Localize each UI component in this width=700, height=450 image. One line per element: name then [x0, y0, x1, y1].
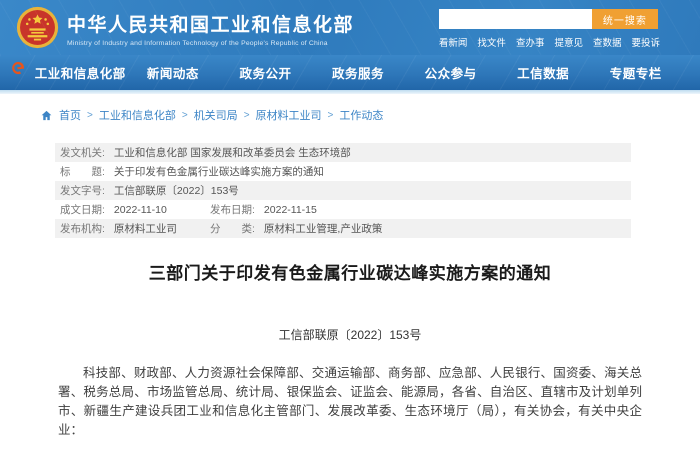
nav-item-gov-services[interactable]: 政务服务 [312, 63, 405, 82]
meta-value: 原材料工业司 [114, 221, 177, 236]
nav-item-miit[interactable]: 工业和信息化部 [34, 63, 127, 82]
meta-label: 发布机构: [60, 221, 105, 236]
quick-link-files[interactable]: 找文件 [477, 35, 506, 49]
site-title-block: 中华人民共和国工业和信息化部 Ministry of Industry and … [67, 14, 354, 47]
meta-label: 成文日期: [60, 202, 105, 217]
quick-link-complaint[interactable]: 要投诉 [631, 35, 660, 49]
site-header: 中华人民共和国工业和信息化部 Ministry of Industry and … [0, 0, 700, 55]
nav-item-gov-disclosure[interactable]: 政务公开 [219, 63, 312, 82]
breadcrumb-home[interactable]: 首页 [59, 107, 81, 123]
meta-value: 工业和信息化部 国家发展和改革委员会 生态环境部 [114, 145, 351, 160]
quick-links: 看新闻 找文件 查办事 提意见 查数据 要投诉 [439, 35, 660, 49]
breadcrumb: 首页 > 工业和信息化部 > 机关司局 > 原材料工业司 > 工作动态 [40, 107, 700, 123]
home-icon[interactable] [40, 109, 53, 122]
article-doc-number: 工信部联原〔2022〕153号 [58, 326, 642, 343]
unified-search-button[interactable]: 统一搜索 [592, 9, 658, 29]
meta-row-issuing-agency: 发文机关: 工业和信息化部 国家发展和改革委员会 生态环境部 [55, 143, 631, 162]
breadcrumb-separator: > [182, 110, 188, 121]
meta-value: 关于印发有色金属行业碳达峰实施方案的通知 [114, 164, 324, 179]
search-bar: 统一搜索 [439, 9, 658, 29]
breadcrumb-separator: > [244, 110, 250, 121]
meta-cell-category: 分 类: 原材料工业管理,产业政策 [210, 221, 382, 236]
quick-link-services[interactable]: 查办事 [516, 35, 545, 49]
meta-label: 分 类: [210, 221, 255, 236]
article-body: 三部门关于印发有色金属行业碳达峰实施方案的通知 工信部联原〔2022〕153号 … [58, 259, 642, 450]
breadcrumb-raw-materials-dept[interactable]: 原材料工业司 [256, 107, 322, 123]
article-title: 三部门关于印发有色金属行业碳达峰实施方案的通知 [58, 259, 642, 284]
main-nav: 工业和信息化部 新闻动态 政务公开 政务服务 公众参与 工信数据 专题专栏 [0, 55, 700, 90]
breadcrumb-miit[interactable]: 工业和信息化部 [99, 107, 176, 123]
site-title: 中华人民共和国工业和信息化部 [67, 14, 354, 38]
meta-value: 原材料工业管理,产业政策 [264, 221, 382, 236]
meta-value: 2022-11-10 [114, 204, 167, 216]
site-subtitle: Ministry of Industry and Information Tec… [67, 40, 354, 47]
site-brand[interactable]: 中华人民共和国工业和信息化部 Ministry of Industry and … [16, 6, 354, 54]
nav-item-special-topics[interactable]: 专题专栏 [589, 63, 682, 82]
document-meta-table: 发文机关: 工业和信息化部 国家发展和改革委员会 生态环境部 标 题: 关于印发… [55, 143, 631, 238]
breadcrumb-separator: > [328, 110, 334, 121]
quick-link-news[interactable]: 看新闻 [439, 35, 468, 49]
meta-row-dates: 成文日期: 2022-11-10 发布日期: 2022-11-15 [55, 200, 631, 219]
national-emblem-icon [16, 6, 59, 54]
meta-label: 发文机关: [60, 145, 105, 160]
meta-cell-written-date: 成文日期: 2022-11-10 [60, 202, 210, 217]
meta-value: 工信部联原〔2022〕153号 [114, 183, 239, 198]
quick-link-suggest[interactable]: 提意见 [554, 35, 583, 49]
breadcrumb-work-trends[interactable]: 工作动态 [339, 107, 383, 123]
meta-label: 发布日期: [210, 202, 255, 217]
meta-cell-publish-date: 发布日期: 2022-11-15 [210, 202, 317, 217]
nav-item-news[interactable]: 新闻动态 [127, 63, 220, 82]
meta-label: 发文字号: [60, 183, 105, 198]
breadcrumb-departments[interactable]: 机关司局 [194, 107, 238, 123]
nav-bottom-strip [0, 90, 700, 94]
nav-item-public-participation[interactable]: 公众参与 [404, 63, 497, 82]
quick-link-data[interactable]: 查数据 [593, 35, 622, 49]
breadcrumb-separator: > [87, 110, 93, 121]
nav-item-miit-data[interactable]: 工信数据 [497, 63, 590, 82]
meta-row-doc-number: 发文字号: 工信部联原〔2022〕153号 [55, 181, 631, 200]
meta-cell-publish-org: 发布机构: 原材料工业司 [60, 221, 210, 236]
search-input[interactable] [439, 9, 592, 29]
meta-value: 2022-11-15 [264, 204, 317, 216]
header-search-area: 统一搜索 看新闻 找文件 查办事 提意见 查数据 要投诉 [439, 9, 660, 49]
meta-label: 标 题: [60, 164, 105, 179]
miit-e-logo-icon[interactable] [9, 59, 27, 82]
article-paragraph: 科技部、财政部、人力资源社会保障部、交通运输部、商务部、应急部、人民银行、国资委… [58, 364, 642, 440]
meta-row-publisher: 发布机构: 原材料工业司 分 类: 原材料工业管理,产业政策 [55, 219, 631, 238]
meta-row-title: 标 题: 关于印发有色金属行业碳达峰实施方案的通知 [55, 162, 631, 181]
